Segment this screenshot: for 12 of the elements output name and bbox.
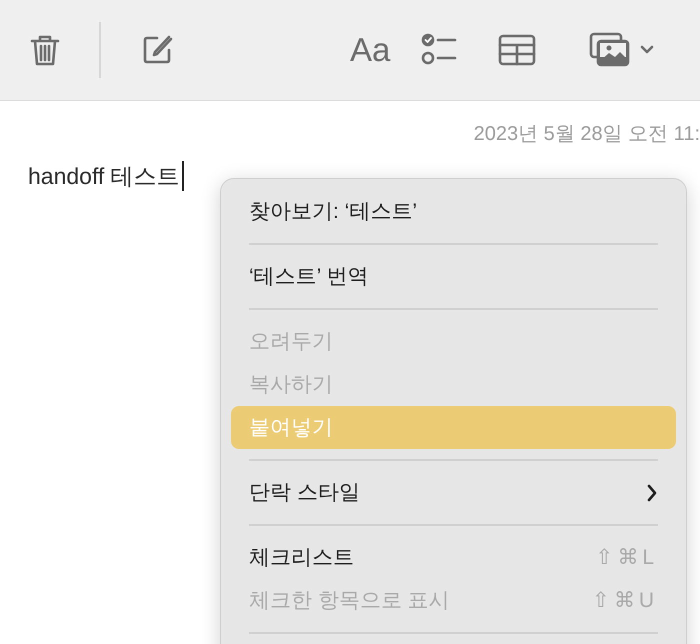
chevron-right-icon	[646, 482, 658, 502]
menu-item[interactable]: 찾아보기: ‘테스트’	[231, 190, 676, 233]
format-button[interactable]: Aa	[350, 25, 390, 75]
menu-item[interactable]: 체크리스트 ⇧⌘L	[231, 536, 676, 579]
note-date: 2023년 5월 28일 오전 11:	[474, 122, 700, 147]
menu-item[interactable]: 단락 스타일	[231, 471, 676, 514]
menu-item[interactable]: ‘테스트’ 번역	[231, 255, 676, 298]
text-cursor	[182, 161, 184, 192]
note-text: handoff 테스트	[28, 162, 180, 191]
photos-icon[interactable]	[589, 31, 632, 69]
table-icon[interactable]	[497, 32, 538, 68]
chevron-down-icon[interactable]	[639, 44, 656, 56]
